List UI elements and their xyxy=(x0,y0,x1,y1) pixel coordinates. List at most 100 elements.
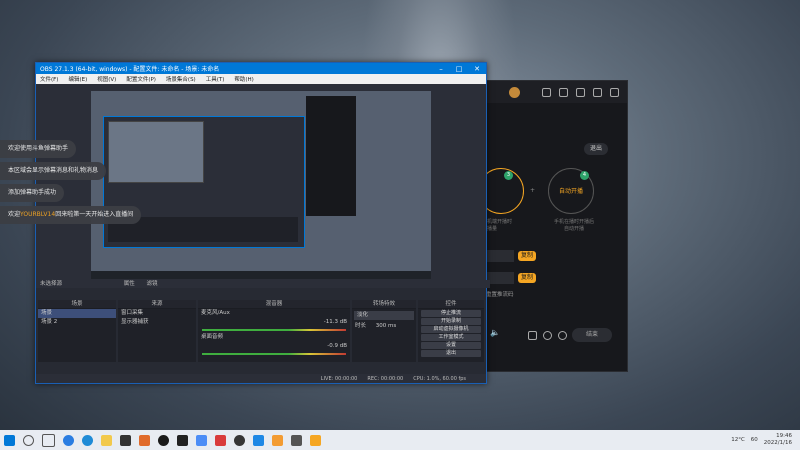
menu-edit[interactable]: 编辑(E) xyxy=(68,75,87,83)
circle-right-caption: 手机在播时开播后 自动开播 xyxy=(553,219,594,232)
browser-icon[interactable] xyxy=(82,434,93,446)
transitions-dock: 转场特效 淡化 时长 300 ms xyxy=(352,300,416,362)
nested-taskbar xyxy=(91,271,431,279)
app-icon[interactable] xyxy=(291,434,302,446)
transition-duration[interactable]: 时长 300 ms xyxy=(352,322,416,331)
mixer-channel-name: 麦克风/Aux xyxy=(201,310,230,316)
camera-icon[interactable] xyxy=(528,331,537,340)
chat-message: 欢迎YOURBLV14回来啦第一天开始进入直播间 xyxy=(0,206,142,224)
obs-title: OBS 27.1.3 (64-bit, windows) - 配置文件: 未命名… xyxy=(40,66,220,73)
obs-preview[interactable] xyxy=(91,91,431,279)
settings-icon[interactable] xyxy=(558,331,567,340)
audio-meter xyxy=(202,353,346,355)
controls-dock: 控件 停止推流 开始录制 启动虚拟摄像机 工作室模式 设置 退出 xyxy=(418,300,484,362)
date-text: 2022/1/16 xyxy=(763,440,792,446)
menu-tools[interactable]: 工具(T) xyxy=(206,75,225,83)
obs-taskbar-icon[interactable] xyxy=(234,434,245,446)
qq-icon[interactable] xyxy=(120,434,131,446)
studio-mode-button[interactable]: 工作室模式 xyxy=(421,334,481,341)
server-url-field[interactable] xyxy=(486,250,514,262)
scenes-dock: 场景 场景 场景 2 xyxy=(38,300,116,362)
minimize-icon[interactable]: – xyxy=(432,65,450,73)
bell-icon[interactable] xyxy=(593,87,602,97)
chat-message: 本区域会显示弹幕消息和礼物消息 xyxy=(0,162,107,180)
settings-button[interactable]: 设置 xyxy=(421,342,481,349)
avatar[interactable] xyxy=(509,86,520,98)
rec-status: REC: 00:00:00 xyxy=(367,375,404,382)
filters-button[interactable]: 滤镜 xyxy=(147,281,158,287)
mixer-channel-db: -0.9 dB xyxy=(327,343,347,349)
tray-text: 60 xyxy=(750,437,758,443)
properties-button[interactable]: 属性 xyxy=(124,281,135,287)
start-recording-button[interactable]: 开始录制 xyxy=(421,318,481,325)
scene-item[interactable]: 场景 2 xyxy=(38,318,116,327)
shop-icon[interactable] xyxy=(559,87,568,97)
windows-start-icon[interactable] xyxy=(4,434,15,446)
gift-icon[interactable] xyxy=(542,87,551,97)
app-icon[interactable] xyxy=(139,434,150,446)
circle-left-caption: 手机端开播时 开播量 xyxy=(482,219,513,232)
obs-menu-bar: 文件(F) 编辑(E) 视图(V) 配置文件(P) 场景集合(S) 工具(T) … xyxy=(36,74,486,84)
maximize-icon[interactable]: □ xyxy=(450,65,468,73)
source-item[interactable]: 显示器捕获 xyxy=(118,318,196,327)
menu-scene-collection[interactable]: 场景集合(S) xyxy=(166,75,196,83)
chat-message: 添加弹幕助手成功 xyxy=(0,184,65,202)
app-icon[interactable] xyxy=(158,434,169,446)
chat-prefix: 欢迎 xyxy=(8,211,21,218)
obs-docks: 场景 场景 场景 2 来源 窗口采集 显示器捕获 混音器 麦克风/Aux -11… xyxy=(36,288,486,374)
chat-message: 欢迎使用斗鱼弹幕助手 xyxy=(0,140,77,158)
sources-title: 来源 xyxy=(118,300,196,309)
share-icon[interactable] xyxy=(610,87,619,97)
copy-key-button[interactable]: 复制 xyxy=(518,273,536,283)
close-icon[interactable]: ✕ xyxy=(468,65,486,73)
clock[interactable]: 19:46 2022/1/16 xyxy=(764,433,792,447)
duration-label: 时长 xyxy=(355,323,367,329)
task-view-icon[interactable] xyxy=(42,433,55,447)
stream-key-field[interactable] xyxy=(486,272,514,284)
mixer-title: 混音器 xyxy=(198,300,350,309)
auto-live-label: 自动开播 xyxy=(558,188,583,195)
app-icon[interactable] xyxy=(177,434,188,446)
no-source-selected: 未选择源 xyxy=(40,281,63,287)
duration-value: 300 ms xyxy=(375,323,397,329)
douyu-icon[interactable] xyxy=(272,434,283,446)
nested-assistant xyxy=(306,96,356,216)
message-icon[interactable] xyxy=(576,87,585,97)
file-explorer-icon[interactable] xyxy=(101,434,112,446)
nested-preview xyxy=(108,121,204,183)
menu-help[interactable]: 帮助(H) xyxy=(234,75,253,83)
obs-status-bar: LIVE: 00:00:00 REC: 00:00:00 CPU: 1.0%, … xyxy=(36,374,486,383)
transitions-title: 转场特效 xyxy=(352,300,416,309)
app-icon[interactable] xyxy=(310,434,321,446)
search-icon[interactable] xyxy=(23,434,34,446)
menu-view[interactable]: 视图(V) xyxy=(97,75,116,83)
weather-text: 12°C xyxy=(731,437,745,443)
obs-title-bar: OBS 27.1.3 (64-bit, windows) - 配置文件: 未命名… xyxy=(36,63,486,74)
sources-dock: 来源 窗口采集 显示器捕获 xyxy=(118,300,196,362)
plus-icon: + xyxy=(530,187,536,194)
menu-file[interactable]: 文件(F) xyxy=(40,75,58,83)
edge-icon[interactable] xyxy=(63,434,74,446)
mixer-channel-db: -11.3 dB xyxy=(323,319,347,325)
app-icon[interactable] xyxy=(253,434,264,446)
app-icon[interactable] xyxy=(215,434,226,446)
eye-icon[interactable] xyxy=(543,331,552,340)
exit-button[interactable]: 退出 xyxy=(584,143,608,155)
mixer-channel-name: 桌面音频 xyxy=(201,334,224,340)
virtual-camera-button[interactable]: 启动虚拟摄像机 xyxy=(421,326,481,333)
source-item[interactable]: 窗口采集 xyxy=(118,309,196,318)
step-badge-right: 4 xyxy=(580,171,589,180)
reset-stream-key-link[interactable]: 重置推流码 xyxy=(486,290,514,298)
stop-streaming-button[interactable]: 停止推流 xyxy=(421,310,481,317)
volume-icon[interactable]: 🔈 xyxy=(490,328,500,337)
scenes-title: 场景 xyxy=(38,300,116,309)
copy-server-button[interactable]: 复制 xyxy=(518,251,536,261)
scene-item[interactable]: 场景 xyxy=(38,309,116,318)
transition-select[interactable]: 淡化 xyxy=(354,311,414,320)
exit-obs-button[interactable]: 退出 xyxy=(421,350,481,357)
cpu-status: CPU: 1.0%, 60.00 fps xyxy=(413,375,466,382)
app-icon[interactable] xyxy=(196,434,207,446)
assistant-toolbar xyxy=(479,81,627,103)
menu-profile[interactable]: 配置文件(P) xyxy=(126,75,156,83)
end-live-button[interactable]: 结束 xyxy=(572,328,612,342)
